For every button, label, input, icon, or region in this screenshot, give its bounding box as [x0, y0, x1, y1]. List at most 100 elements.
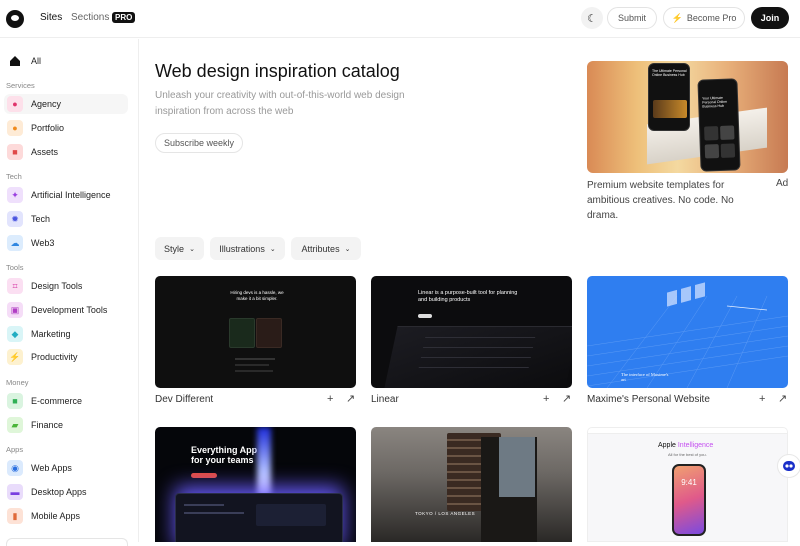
card-title[interactable]: Dev Different: [155, 394, 213, 405]
people-icon: ●: [7, 96, 23, 112]
code-icon: ▣: [7, 302, 23, 318]
shot-chart: [256, 504, 326, 526]
pro-badge: PRO: [112, 12, 136, 23]
nav-sections-link[interactable]: Sections: [71, 12, 109, 23]
attributes-filter-label: Attributes: [301, 243, 340, 254]
site-card-linear[interactable]: Linear is a purpose-built tool for plann…: [371, 276, 572, 388]
site-card-apple-intelligence[interactable]: Apple Intelligence All for the best of y…: [587, 427, 788, 542]
lightning-icon: ⚡: [671, 12, 683, 23]
phone-tile: [720, 125, 735, 140]
subscribe-weekly-button[interactable]: Subscribe weekly: [155, 133, 243, 153]
ad-image[interactable]: The Ultimate Personal Online Business Hu…: [587, 61, 788, 173]
phone-mockup-left: The Ultimate Personal Online Business Hu…: [648, 63, 690, 131]
sidebar-item-tech[interactable]: ✹ Tech: [4, 209, 128, 229]
sidebar-item-web-apps[interactable]: ◉ Web Apps: [4, 458, 128, 478]
chip-icon: ✹: [7, 211, 23, 227]
sidebar-item-ai[interactable]: ✦ Artificial Intelligence: [4, 185, 128, 205]
sidebar-group-tech: Tech: [6, 172, 22, 181]
sidebar-item-label: Web Apps: [31, 463, 72, 473]
page-subtitle: Unleash your creativity with out-of-this…: [155, 90, 405, 117]
shot-panel-green: [229, 318, 255, 348]
phone-tile: [720, 143, 736, 158]
shot-line: [184, 504, 224, 506]
sidebar-item-agency[interactable]: ● Agency: [4, 94, 128, 114]
shot-line: [420, 357, 531, 358]
box-icon: ■: [7, 144, 23, 160]
phone-tile: [704, 126, 719, 141]
sidebar-item-finance[interactable]: ▰ Finance: [4, 415, 128, 435]
phone-mockup-right: Your Ultimate Personal Online Business H…: [697, 78, 741, 172]
phone-left-text: The Ultimate Personal Online Business Hu…: [652, 69, 687, 77]
plus-icon[interactable]: +: [543, 393, 549, 405]
sidebar-item-all[interactable]: All: [4, 51, 128, 71]
sidebar-item-design-tools[interactable]: ⌗ Design Tools: [4, 276, 128, 296]
become-pro-button[interactable]: ⚡ Become Pro: [663, 7, 745, 29]
site-card-dev-different[interactable]: Hiring devs is a hassle, we make it a bi…: [155, 276, 356, 388]
compass-icon: ◉: [7, 460, 23, 476]
sidebar-group-tools: Tools: [6, 263, 24, 272]
plus-icon[interactable]: +: [327, 393, 333, 405]
shot-subheading: All for the best of you.: [668, 452, 707, 457]
card-title[interactable]: Linear: [371, 394, 399, 405]
attributes-filter[interactable]: Attributes ⌄: [291, 237, 361, 260]
sidebar-item-label: Development Tools: [31, 305, 108, 315]
sidebar: All Services ● Agency ● Portfolio ■ Asse…: [0, 39, 139, 546]
style-filter-label: Style: [164, 243, 185, 254]
sidebar-item-mobile-apps[interactable]: ▮ Mobile Apps: [4, 506, 128, 526]
shot-heading: Hiring devs is a hassle, we make it a bi…: [230, 290, 284, 301]
ad-description[interactable]: Premium website templates for ambitious …: [587, 178, 747, 223]
sidebar-item-marketing[interactable]: ◆ Marketing: [4, 324, 128, 344]
sidebar-item-label: Design Tools: [31, 281, 83, 291]
sidebar-item-label: Desktop Apps: [31, 487, 87, 497]
shot-app-preview: [384, 326, 572, 388]
shot-heading: Apple Intelligence: [658, 442, 713, 449]
sidebar-item-ecommerce[interactable]: ■ E-commerce: [4, 391, 128, 411]
sidebar-item-label: Mobile Apps: [31, 511, 81, 521]
site-card-tokyo[interactable]: TOKYO / LOS ANGELES: [371, 427, 572, 542]
tag-icon: ◆: [7, 326, 23, 342]
shot-line: [235, 370, 273, 372]
arrow-up-right-icon[interactable]: ↗: [562, 392, 571, 405]
arrow-up-right-icon[interactable]: ↗: [778, 392, 787, 405]
site-card-maxime[interactable]: The interface of Maxime's art: [587, 276, 788, 388]
nav-sites-link[interactable]: Sites: [40, 12, 62, 23]
sidebar-group-money: Money: [6, 378, 29, 387]
sidebar-item-assets[interactable]: ■ Assets: [4, 142, 128, 162]
sidebar-item-desktop-apps[interactable]: ▬ Desktop Apps: [4, 482, 128, 502]
submit-button[interactable]: Submit: [607, 7, 657, 29]
shot-light-beam: [257, 427, 271, 497]
monitor-icon: ▬: [7, 484, 23, 500]
sidebar-item-label: All: [31, 56, 42, 66]
chevron-down-icon: ⌄: [344, 245, 351, 253]
join-button[interactable]: Join: [751, 7, 789, 29]
theme-toggle-button[interactable]: ☾: [581, 7, 603, 29]
shot-line: [422, 347, 534, 348]
style-filter[interactable]: Style ⌄: [155, 237, 204, 260]
sidebar-item-web3[interactable]: ☁ Web3: [4, 233, 128, 253]
sidebar-item-productivity[interactable]: ⚡ Productivity: [4, 347, 128, 367]
site-card-everything-app[interactable]: Everything App for your teams: [155, 427, 356, 542]
shot-dashboard: [175, 493, 343, 542]
logo[interactable]: [6, 10, 24, 28]
moon-icon: ☾: [587, 12, 597, 25]
shot-line: [235, 358, 275, 360]
sidebar-item-label: Web3: [31, 238, 55, 248]
sidebar-item-label: Artificial Intelligence: [31, 190, 111, 200]
card-title[interactable]: Maxime's Personal Website: [587, 394, 710, 405]
ad-label: Ad: [776, 178, 789, 189]
sidebar-item-portfolio[interactable]: ● Portfolio: [4, 118, 128, 138]
plus-icon[interactable]: +: [759, 393, 765, 405]
shot-time: 9:41: [681, 478, 697, 487]
sidebar-item-label: Assets: [31, 147, 59, 157]
sidebar-group-services: Services: [6, 81, 35, 90]
shot-line: [418, 367, 529, 368]
sidebar-item-label: Finance: [31, 420, 64, 430]
shot-line: [425, 337, 536, 338]
illustrations-filter[interactable]: Illustrations ⌄: [210, 237, 285, 260]
cloud-icon: ☁: [7, 235, 23, 251]
chat-bot-icon[interactable]: [777, 454, 800, 478]
illustrations-filter-label: Illustrations: [219, 243, 265, 254]
sidebar-item-development-tools[interactable]: ▣ Development Tools: [4, 300, 128, 320]
chevron-down-icon: ⌄: [189, 245, 195, 253]
arrow-up-right-icon[interactable]: ↗: [346, 392, 355, 405]
